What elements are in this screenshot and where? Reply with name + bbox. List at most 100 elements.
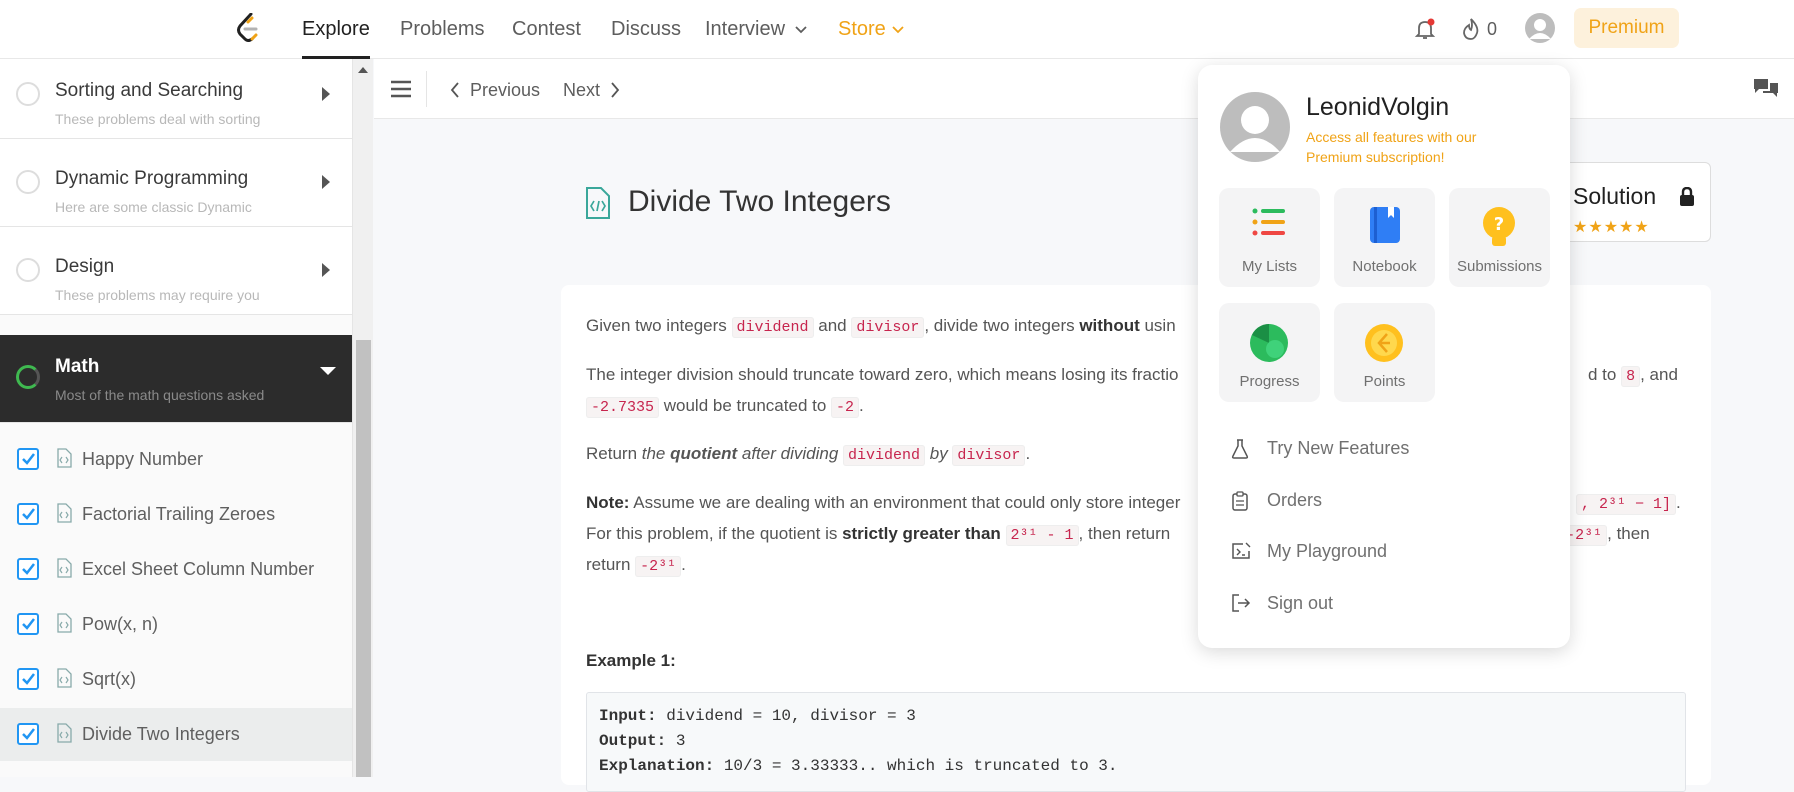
problem-item[interactable]: Happy Number — [0, 433, 352, 486]
caret-right-icon — [322, 263, 330, 277]
chevron-down-icon — [892, 26, 904, 34]
problem-label: Divide Two Integers — [82, 724, 240, 744]
avatar[interactable] — [1525, 13, 1555, 43]
text: return — [586, 555, 636, 574]
category-dynamic-programming[interactable]: Dynamic Programming Here are some classi… — [0, 139, 352, 227]
premium-button[interactable]: Premium — [1574, 8, 1679, 48]
input-label: Input: — [599, 707, 657, 725]
code-neg-value: -2.7335 — [586, 397, 660, 418]
fire-icon[interactable] — [1461, 17, 1481, 41]
explanation-label: Explanation: — [599, 757, 715, 775]
scroll-up-arrow-icon[interactable] — [358, 67, 368, 73]
premium-message-line-1[interactable]: Access all features with our — [1306, 129, 1476, 145]
category-design[interactable]: Design These problems may require you — [0, 227, 352, 315]
tile-my-lists[interactable]: My Lists — [1219, 188, 1320, 287]
tile-progress[interactable]: Progress — [1219, 303, 1320, 402]
caret-down-icon — [320, 367, 336, 375]
nav-interview[interactable]: Interview — [705, 18, 785, 41]
bold-italic-text: quotient — [670, 444, 738, 463]
problem-item[interactable]: Sqrt(x) — [0, 653, 352, 706]
nav-problems[interactable]: Problems — [400, 18, 484, 41]
category-description: These problems may require you — [55, 287, 260, 303]
description-paragraph-2-line-2: -2.7335 would be truncated to -2. — [586, 390, 864, 423]
checked-checkbox-icon — [17, 668, 39, 690]
code-file-icon — [56, 613, 72, 633]
category-math[interactable]: Math Most of the math questions asked — [0, 335, 352, 423]
chevron-right-icon[interactable] — [610, 82, 620, 98]
example-input-line: Input: dividend = 10, divisor = 3 — [599, 707, 916, 725]
next-button[interactable]: Next — [563, 80, 600, 101]
problem-label: Happy Number — [82, 449, 204, 469]
code-file-icon — [585, 187, 611, 219]
chevron-left-icon[interactable] — [450, 82, 460, 98]
tile-label: Points — [1363, 373, 1406, 390]
italic-text: after dividing — [737, 444, 843, 463]
problem-item[interactable]: Pow(x, n) — [0, 598, 352, 651]
problem-label: Excel Sheet Column Number — [82, 559, 315, 579]
note-paragraph-line-3: return -2³¹. — [586, 549, 686, 582]
rating-stars-icon: ★★★★★ — [1573, 219, 1650, 236]
tile-notebook[interactable]: Notebook — [1334, 188, 1435, 287]
tile-points[interactable]: Points — [1334, 303, 1435, 402]
progress-pie-icon — [1249, 323, 1289, 363]
input-value: dividend = 10, divisor = 3 — [656, 707, 916, 725]
output-label: Output: — [599, 732, 667, 750]
nav-discuss[interactable]: Discuss — [611, 18, 681, 41]
leetcode-logo[interactable] — [235, 13, 261, 43]
text: Given two integers — [586, 316, 732, 335]
checked-checkbox-icon — [17, 723, 39, 745]
nav-contest[interactable]: Contest — [512, 18, 581, 41]
code-range: , 2³¹ − 1] — [1576, 494, 1677, 515]
premium-message-line-2[interactable]: Premium subscription! — [1306, 149, 1445, 165]
problem-title: Divide Two Integers — [628, 185, 891, 218]
divider — [426, 71, 427, 107]
category-description: Most of the math questions asked — [55, 387, 265, 403]
clipboard-icon — [1231, 491, 1249, 511]
text: , divide two integers — [924, 316, 1080, 335]
solution-label: Solution — [1573, 183, 1657, 209]
sidebar-scrollbar-thumb[interactable] — [356, 340, 371, 777]
text: Return — [586, 444, 642, 463]
tile-label: My Lists — [1241, 258, 1297, 275]
bell-icon[interactable] — [1413, 17, 1437, 41]
problem-item[interactable]: Excel Sheet Column Number — [0, 543, 352, 596]
avatar[interactable] — [1220, 92, 1290, 162]
nav-store[interactable]: Store — [838, 18, 886, 41]
progress-circle — [16, 258, 40, 282]
text: . — [681, 555, 686, 574]
code-divisor: divisor — [952, 445, 1026, 466]
note-paragraph: Note: Assume we are dealing with an envi… — [586, 487, 1180, 518]
problem-item[interactable]: Factorial Trailing Zeroes — [0, 488, 352, 541]
problem-item-selected[interactable]: Divide Two Integers — [0, 708, 352, 761]
code-neg-pow: -2³¹ — [635, 556, 682, 577]
category-sorting-and-searching[interactable]: Sorting and Searching These problems dea… — [0, 59, 352, 139]
hamburger-menu-icon[interactable] — [390, 79, 412, 99]
comments-icon[interactable] — [1752, 76, 1780, 100]
code-eight: 8 — [1621, 366, 1641, 387]
text: d to — [1588, 365, 1622, 384]
username[interactable]: LeonidVolgin — [1306, 93, 1449, 122]
menu-label: Try New Features — [1267, 438, 1410, 458]
problem-label: Sqrt(x) — [82, 669, 136, 689]
nav-explore[interactable]: Explore — [302, 18, 370, 41]
example-output-line: Output: 3 — [599, 732, 685, 750]
playground-icon — [1231, 542, 1251, 560]
code-divisor: divisor — [851, 317, 925, 338]
caret-right-icon — [322, 175, 330, 189]
text: usin — [1139, 316, 1176, 335]
text: would be truncated to — [659, 396, 832, 415]
code-file-icon — [56, 448, 72, 468]
example-explanation-line: Explanation: 10/3 = 3.33333.. which is t… — [599, 757, 1117, 775]
category-title: Design — [55, 256, 115, 277]
svg-text:?: ? — [1494, 214, 1504, 235]
code-dividend: dividend — [731, 317, 814, 338]
text: For this problem, if the quotient is — [586, 524, 843, 543]
menu-label: My Playground — [1267, 541, 1388, 561]
description-paragraph-3: Return the quotient after dividing divid… — [586, 438, 1030, 471]
progress-circle — [16, 170, 40, 194]
category-description: These problems deal with sorting — [55, 111, 261, 127]
explore-sidebar: Sorting and Searching These problems dea… — [0, 59, 353, 777]
previous-button[interactable]: Previous — [470, 80, 540, 101]
text: , and — [1640, 365, 1678, 384]
tile-submissions[interactable]: ? Submissions — [1449, 188, 1550, 287]
